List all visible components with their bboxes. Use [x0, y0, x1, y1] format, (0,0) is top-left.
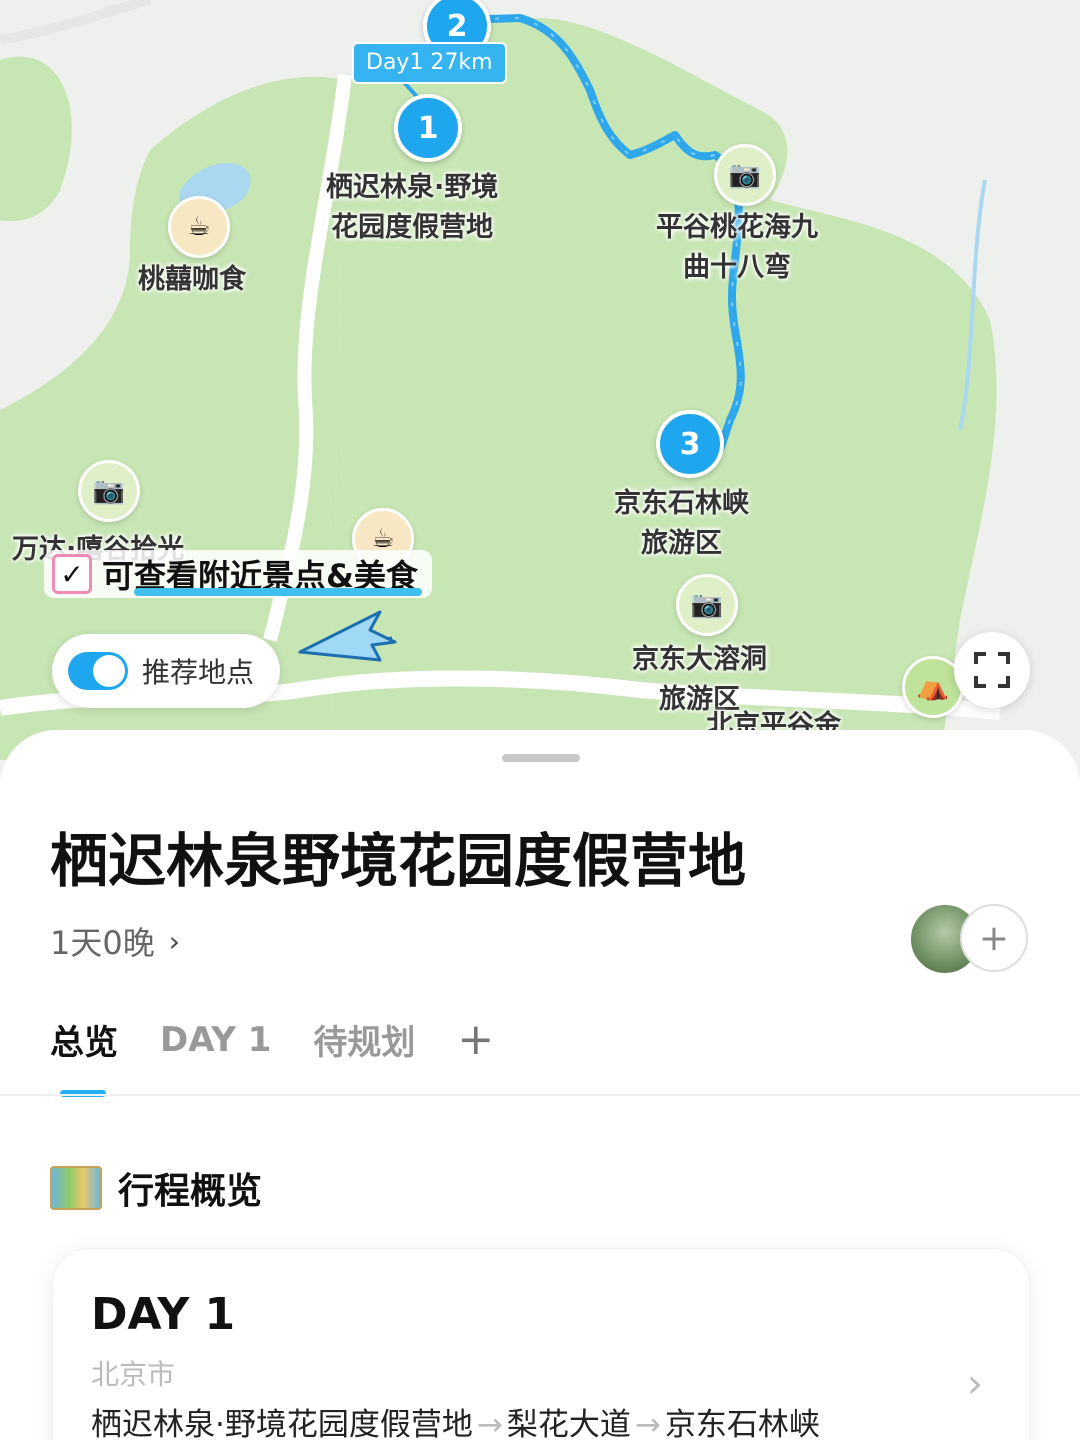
- divider: [0, 1094, 1080, 1096]
- section-title: 行程概览: [118, 1171, 263, 1212]
- route-marker-1[interactable]: 1: [394, 94, 462, 162]
- trip-title: 栖迟林泉野境花园度假营地: [50, 827, 747, 895]
- toggle-switch[interactable]: [68, 652, 128, 690]
- world-map-icon: [50, 1166, 102, 1210]
- duration-text: 1天0晚: [50, 924, 155, 962]
- route-stop: 梨花大道: [506, 1407, 631, 1440]
- camera-icon[interactable]: 📷: [676, 574, 738, 636]
- section-header: 行程概览: [50, 1162, 262, 1214]
- day-card-title: DAY 1: [91, 1289, 236, 1340]
- arrow-right-icon: →: [476, 1407, 503, 1440]
- toggle-knob: [93, 655, 125, 687]
- poi-label-shilinxia[interactable]: 京东石林峡 旅游区: [614, 484, 749, 564]
- route-stop: 栖迟林泉·野境花园度假营地: [91, 1407, 473, 1440]
- fullscreen-icon: [974, 652, 1010, 688]
- route-stop: 京东石林峡: [664, 1407, 820, 1440]
- annotation-underline: [134, 588, 422, 596]
- add-tab-button[interactable]: +: [457, 1014, 494, 1065]
- coffee-icon[interactable]: ☕: [168, 196, 230, 258]
- day-card-city: 北京市: [91, 1358, 176, 1391]
- tab-day1[interactable]: DAY 1: [160, 1020, 271, 1060]
- sheet-grabber[interactable]: [502, 754, 580, 762]
- plus-icon: +: [978, 917, 1010, 959]
- tab-bar: 总览 DAY 1 待规划 +: [50, 1014, 536, 1065]
- arrow-right-icon: →: [634, 1407, 661, 1440]
- duration-link[interactable]: 1天0晚 ›: [50, 918, 180, 964]
- poi-label-campsite[interactable]: 栖迟林泉·野境 花园度假营地: [326, 168, 498, 248]
- trip-sheet: 栖迟林泉野境花园度假营地 1天0晚 › + 总览 DAY 1 待规划 + 行程概…: [0, 730, 1080, 1440]
- route-marker-3[interactable]: 3: [656, 410, 724, 478]
- check-icon: ✓: [52, 554, 92, 594]
- chevron-right-icon: ›: [967, 1361, 983, 1407]
- chevron-right-icon: ›: [168, 924, 180, 958]
- toggle-label: 推荐地点: [142, 656, 255, 689]
- map-view[interactable]: 2 Day1 27km 1 3 📷 ☕ 📷 ☕ 📷 ⛺ 栖迟林泉·野境 花园度假营…: [0, 0, 1080, 780]
- camera-icon[interactable]: 📷: [78, 460, 140, 522]
- day-card[interactable]: DAY 1 北京市 栖迟林泉·野境花园度假营地 → 梨花大道 → 京东石林峡 ›: [52, 1248, 1030, 1440]
- nearby-annotation: ✓ 可查看附近景点&美食: [44, 550, 432, 598]
- camera-icon[interactable]: 📷: [714, 144, 776, 206]
- day-card-route: 栖迟林泉·野境花园度假营地 → 梨花大道 → 京东石林峡: [91, 1399, 820, 1440]
- recommend-toggle[interactable]: 推荐地点: [52, 634, 280, 708]
- poi-label-taohua[interactable]: 平谷桃花海九 曲十八弯: [656, 208, 818, 288]
- tab-to-plan[interactable]: 待规划: [313, 1015, 415, 1064]
- add-member-button[interactable]: +: [960, 904, 1028, 972]
- day-distance-badge: Day1 27km: [352, 42, 507, 84]
- poi-label-cafe[interactable]: 桃囍咖食: [138, 260, 246, 300]
- tab-overview[interactable]: 总览: [50, 1015, 118, 1064]
- fullscreen-button[interactable]: [954, 632, 1030, 708]
